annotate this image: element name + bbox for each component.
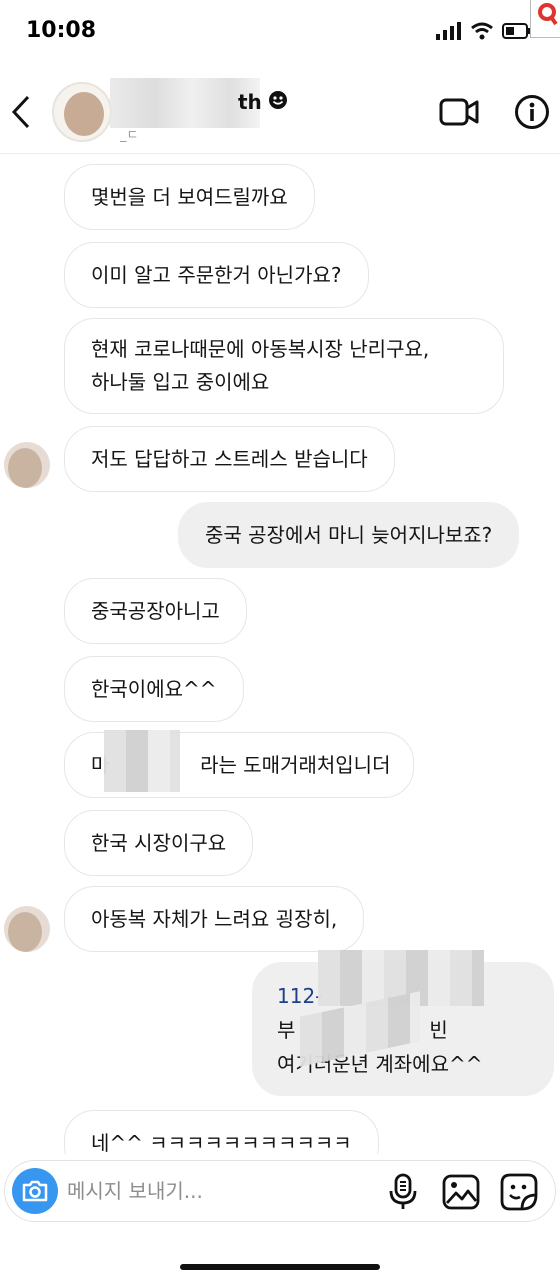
- sender-avatar[interactable]: [4, 906, 50, 952]
- message-outgoing[interactable]: 중국 공장에서 마니 늦어지나보죠?: [178, 502, 520, 568]
- image-icon: [442, 1174, 480, 1210]
- camera-icon: [22, 1180, 48, 1202]
- wifi-icon: [471, 22, 493, 40]
- message-composer: [4, 1160, 556, 1222]
- message-incoming[interactable]: 현재 코로나때문에 아동복시장 난리구요, 하나둘 입고 중이에요: [64, 318, 504, 414]
- camera-button[interactable]: [12, 1168, 58, 1214]
- info-icon: [515, 95, 549, 129]
- battery-icon: [502, 23, 531, 39]
- status-time: 10:08: [26, 18, 97, 43]
- contact-username: _ㄷ: [120, 128, 139, 143]
- chevron-left-icon: [11, 95, 30, 129]
- status-icons: [436, 22, 532, 40]
- sticker-button[interactable]: [499, 1172, 539, 1212]
- redaction-mosaic: [104, 730, 180, 792]
- message-incoming[interactable]: 한국이에요^^: [64, 656, 244, 722]
- chat-header: th _ㄷ: [0, 70, 560, 154]
- search-icon: [538, 3, 558, 26]
- message-input[interactable]: [67, 1175, 367, 1207]
- message-incoming[interactable]: 한국 시장이구요: [64, 810, 254, 876]
- message-incoming[interactable]: 네^^ ㅋㅋㅋㅋㅋㅋㅋㅋㅋㅋㅋ: [64, 1110, 379, 1154]
- video-camera-icon: [439, 98, 479, 126]
- voice-message-button[interactable]: [387, 1173, 419, 1211]
- microphone-icon: [389, 1173, 417, 1209]
- sender-avatar[interactable]: [4, 442, 50, 488]
- smiley-icon: [269, 91, 287, 109]
- message-thread[interactable]: 몇번을 더 보여드릴까요 이미 알고 주문한거 아닌가요? 현재 코로나때문에 …: [0, 154, 560, 1154]
- home-indicator[interactable]: [180, 1264, 380, 1270]
- message-incoming[interactable]: 이미 알고 주문한거 아닌가요?: [64, 242, 369, 308]
- video-call-button[interactable]: [438, 94, 480, 130]
- message-incoming[interactable]: 저도 답답하고 스트레스 받습니다: [64, 426, 395, 492]
- search-badge: [530, 0, 560, 38]
- gallery-button[interactable]: [441, 1173, 481, 1211]
- info-button[interactable]: [514, 94, 550, 130]
- signal-icon: [436, 22, 461, 40]
- back-button[interactable]: [6, 92, 36, 132]
- contact-name-suffix[interactable]: th: [238, 90, 262, 114]
- sticker-icon: [500, 1173, 538, 1211]
- contact-avatar[interactable]: [52, 82, 112, 142]
- status-bar: 10:08: [0, 0, 560, 70]
- message-incoming[interactable]: 중국공장아니고: [64, 578, 247, 644]
- message-incoming[interactable]: 아동복 자체가 느려요 굉장히,: [64, 886, 365, 952]
- message-incoming[interactable]: 몇번을 더 보여드릴까요: [64, 164, 315, 230]
